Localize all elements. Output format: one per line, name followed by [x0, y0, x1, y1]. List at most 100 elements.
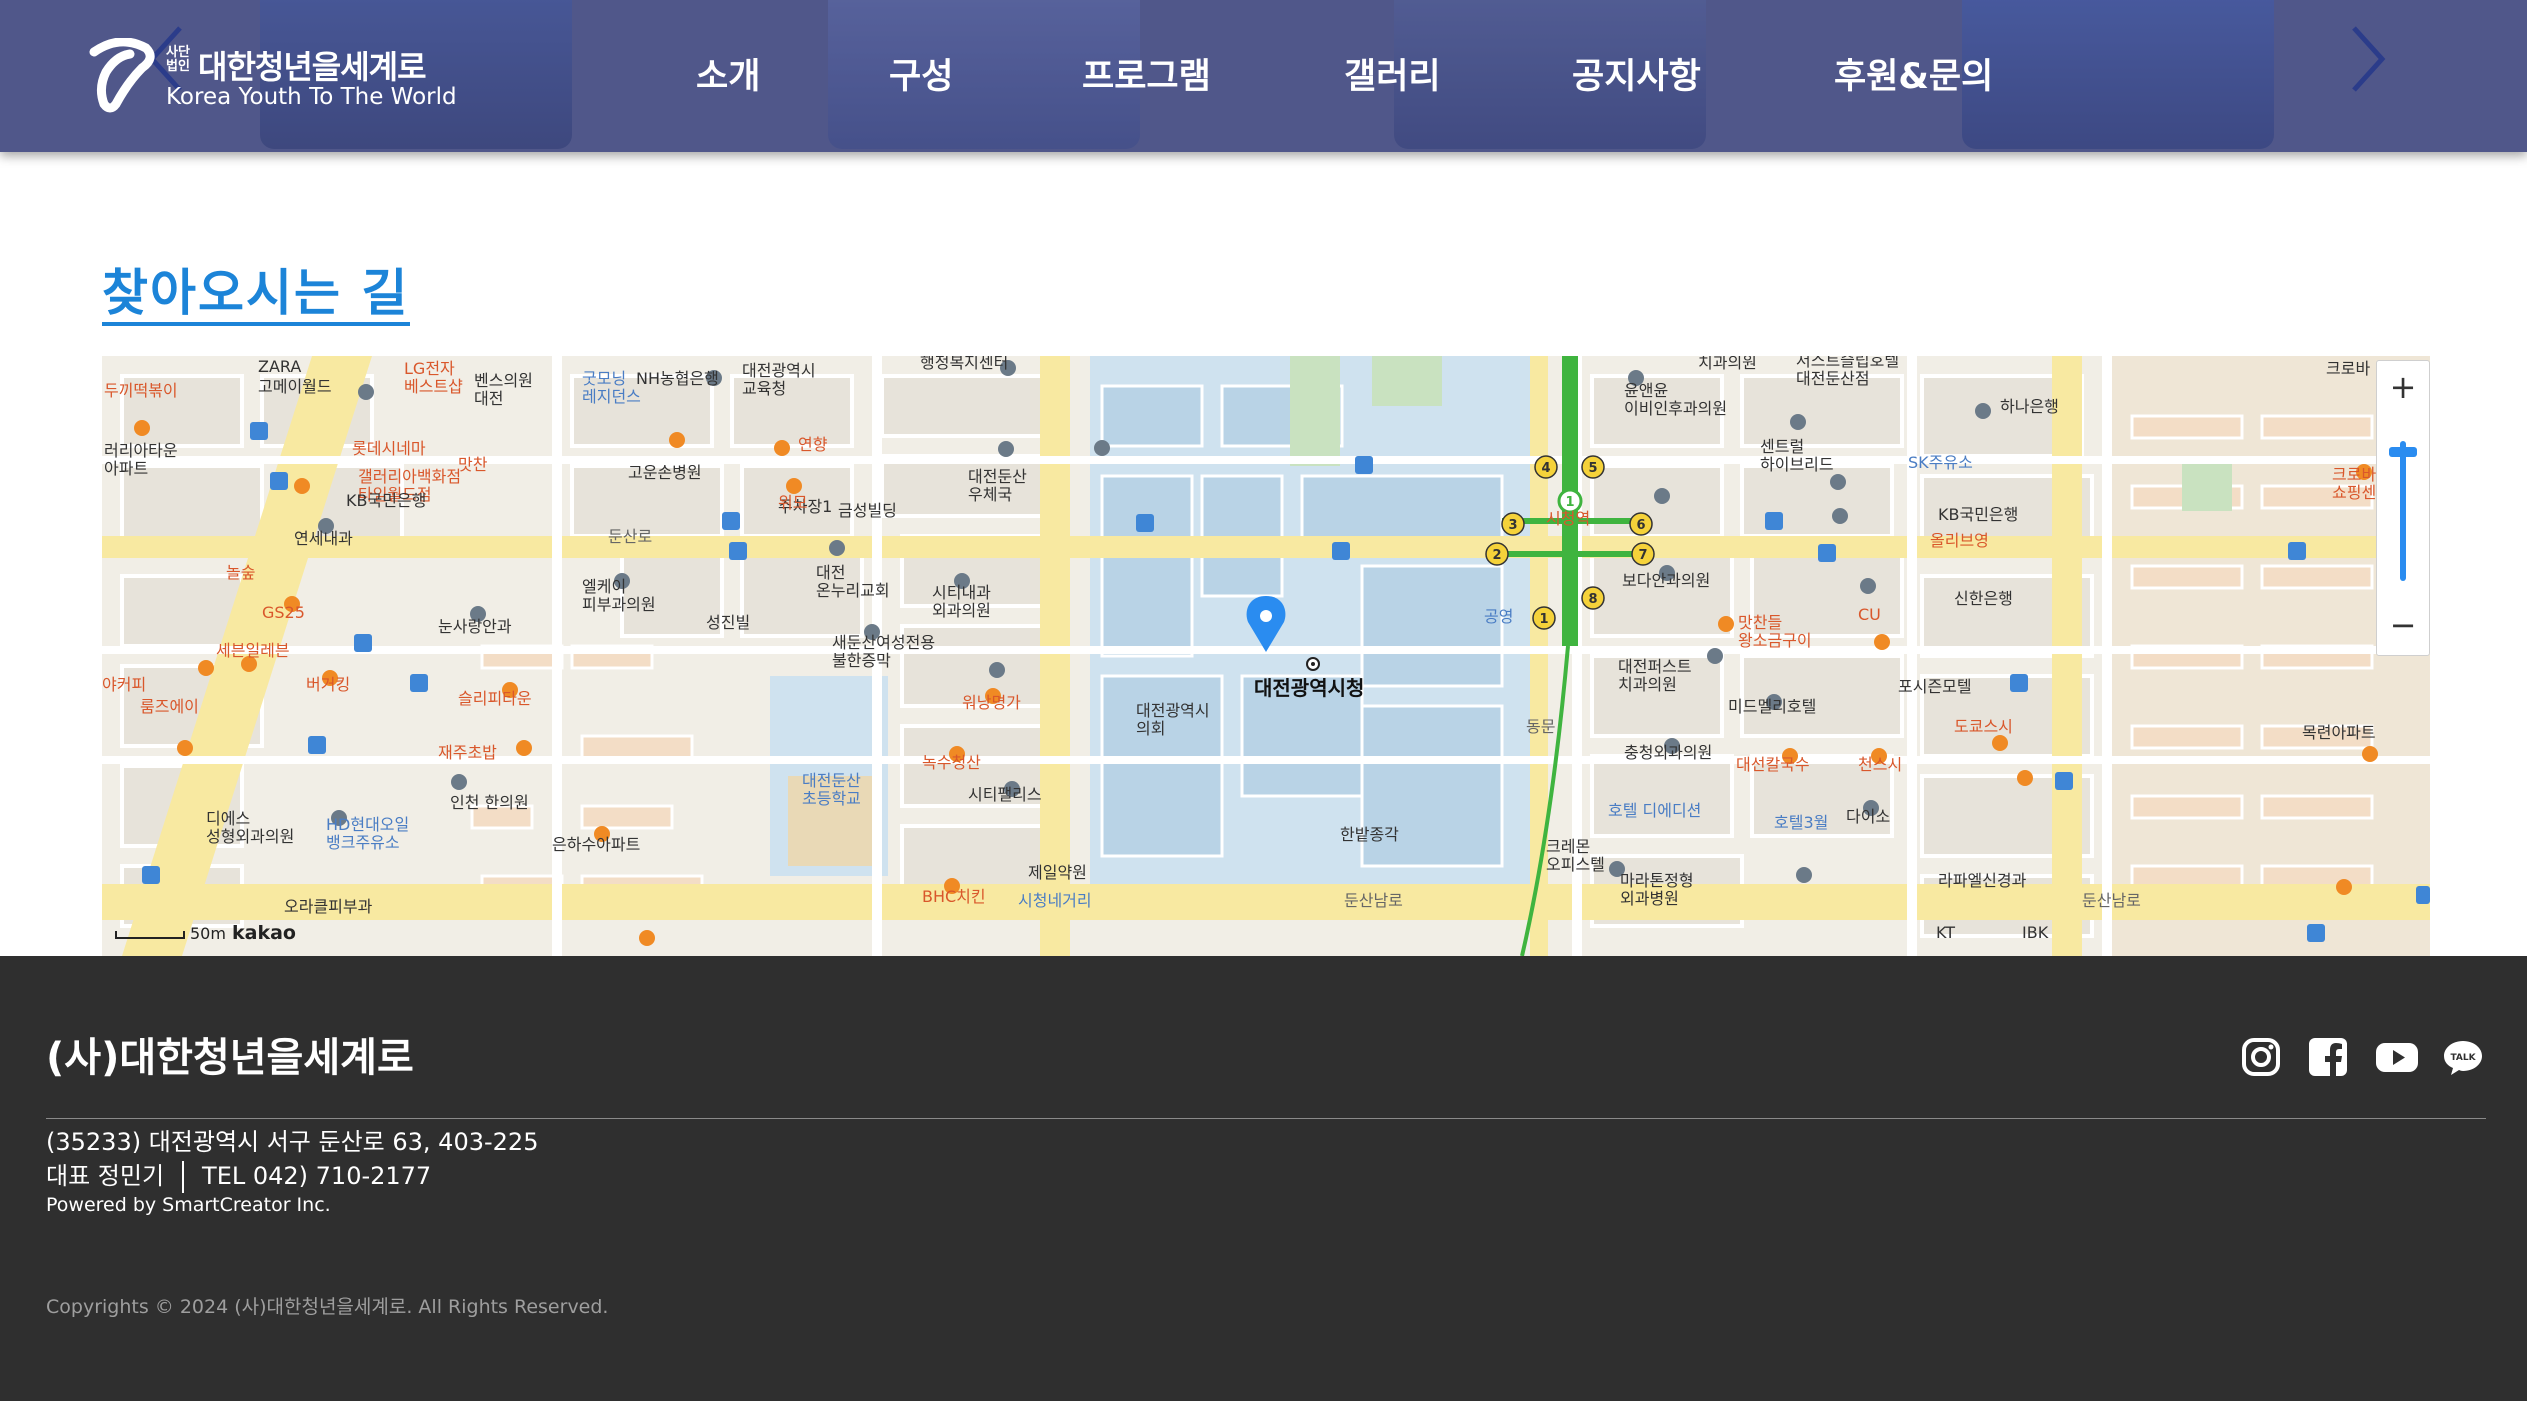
map-label-cu: CU — [1858, 605, 1881, 624]
map-label-sicheongnegeori: 시청네거리 — [1018, 891, 1092, 910]
map-label-siwu: 시청역 — [1546, 509, 1590, 528]
zoom-out-button[interactable]: − — [2377, 599, 2429, 651]
facebook-icon[interactable] — [2307, 1036, 2349, 1078]
svg-text:2: 2 — [1492, 548, 1501, 563]
section-title: 찾아오시는 길 — [102, 264, 410, 322]
map-label-hanbat: 한밭종각 — [1340, 825, 1399, 844]
map-label-kbn: KB국민은행 — [346, 491, 426, 510]
nav-item-program[interactable]: 프로그램 — [1082, 48, 1211, 99]
map-label-burger: 버거킹 — [306, 675, 350, 694]
map-label-daeseon: 대선칼국수 — [1736, 755, 1810, 774]
map-label-roomz: 룸즈에이 — [140, 697, 199, 716]
map-label-posis: 포시즌모텔 — [1898, 677, 1972, 696]
map-label-seven: 세븐일레븐 — [216, 641, 290, 660]
map-label-noksu: 녹수청산 — [922, 753, 981, 772]
nav-item-support[interactable]: 후원&문의 — [1834, 48, 1993, 99]
nav-item-gallery[interactable]: 갤러리 — [1344, 48, 1441, 99]
zoom-slider-track[interactable] — [2400, 441, 2406, 581]
map-label-hotelD: 호텔 디에디션 — [1608, 801, 1701, 820]
footer-copyright: Copyrights © 2024 (사)대한청년을세계로. All Right… — [46, 1296, 609, 1318]
map-label-haengjeong: 행정복지센터 — [920, 356, 1008, 372]
map-label-jeil: 제일약원 — [1028, 863, 1087, 882]
map-label-matchul: 맛찬 — [458, 455, 488, 474]
svg-text:1: 1 — [1539, 612, 1548, 627]
map-label-bhc: BHC치킨 — [922, 887, 986, 906]
footer-representative: 대표 정민기 — [46, 1162, 165, 1190]
map-label-dunsannamro: 둔산남로 — [1344, 891, 1403, 910]
zoom-in-button[interactable]: + — [2377, 361, 2429, 413]
map-label-yeonhyang: 연향 — [798, 435, 828, 454]
map-label-sinhan: 신한은행 — [1954, 589, 2013, 608]
map-label-hana: 하나은행 — [2000, 397, 2059, 416]
map-label-gongyeong: 공영 — [1484, 607, 1513, 626]
map-label-olive: 올리브영 — [1930, 531, 1989, 550]
svg-text:3: 3 — [1508, 518, 1517, 533]
nav-item-intro[interactable]: 소개 — [696, 48, 760, 99]
map-label-yeonse: 연세내과 — [294, 529, 353, 548]
map-label-dunsanro: 둔산로 — [608, 527, 652, 546]
map-label-eyecoffee: 야커피 — [102, 675, 146, 694]
instagram-icon[interactable] — [2240, 1036, 2282, 1078]
svg-text:7: 7 — [1638, 548, 1647, 563]
map-label-kt: KT — [1936, 923, 1955, 942]
map-label-bodaan: 보다안과의원 — [1622, 571, 1710, 590]
map-label-mokryeon: 목련아파트 — [2302, 723, 2376, 742]
nav-item-notice[interactable]: 공지사항 — [1572, 48, 1701, 99]
contact-separator — [182, 1161, 185, 1193]
map-label-nolsup: 놀숲 — [226, 563, 255, 582]
map-label-gs25: GS25 — [262, 603, 305, 622]
map-label-lg: LG전자 베스트샵 — [404, 359, 463, 396]
map-label-sullibi: 슬리피타운 — [458, 689, 532, 708]
map-label-lotte: 롯데시네마 — [352, 439, 426, 458]
map-label-dupuri: 두끼떡볶이 — [104, 381, 178, 400]
kakaotalk-label: TALK — [2450, 1053, 2476, 1063]
map-label-incheon: 인천 한의원 — [450, 793, 529, 812]
zoom-control: + − — [2376, 360, 2430, 656]
footer-address: (35233) 대전광역시 서구 둔산로 63, 403-225 — [46, 1128, 539, 1156]
map-label-nh: NH농협은행 — [636, 369, 719, 388]
map-label-seongjin: 성진빌 — [706, 613, 750, 632]
map-label-gowoon: 고운손병원 — [628, 463, 702, 482]
map-label-dunsannamro2: 둔산남로 — [2082, 891, 2141, 910]
footer-divider — [46, 1118, 2486, 1119]
svg-text:5: 5 — [1588, 461, 1597, 476]
main-nav: 소개 구성 프로그램 갤러리 공지사항 후원&문의 — [0, 48, 2527, 98]
svg-text:1: 1 — [1565, 495, 1574, 510]
map-label-oracle: 오라클피부과 — [284, 897, 373, 916]
map-label-cheonsusi: 천스시 — [1858, 755, 1902, 774]
kakao-map[interactable]: 4 5 3 6 2 7 1 8 1 ZARA 두끼떡볶이 고메이월드 LG전자 … — [102, 356, 2430, 956]
footer-tel: TEL 042) 710-2177 — [202, 1162, 432, 1190]
svg-text:8: 8 — [1588, 592, 1597, 607]
site-header: 사단 법인 대한청년을세계로 Korea Youth To The World … — [0, 0, 2527, 152]
map-label-ibk: IBK — [2022, 923, 2049, 942]
map-label-cityp: 시티팰리스 — [968, 785, 1042, 804]
map-label-kb: KB국민은행 — [1938, 505, 2018, 524]
map-scale-label: 50m — [190, 924, 226, 943]
map-label-wimo: 위모 — [778, 493, 807, 512]
map-label-dona: 다이소 — [1846, 807, 1890, 826]
map-label-geumsung: 금성빌딩 — [838, 501, 897, 520]
map-label-lafamel: 라파엘신경과 — [1938, 871, 2027, 890]
map-label-jeju: 재주초밥 — [438, 743, 497, 762]
map-label-dunsanes: 대전둔산 초등학교 — [802, 771, 861, 808]
map-label-hotel3: 호텔3월 — [1774, 813, 1828, 832]
youtube-icon[interactable] — [2374, 1036, 2420, 1078]
map-label-eunha: 은하수아파트 — [552, 835, 640, 854]
map-label-midmel: 미드멜리호텔 — [1728, 697, 1816, 716]
kakaotalk-icon[interactable]: TALK — [2442, 1036, 2484, 1078]
footer-contact: 대표 정민기 TEL 042) 710-2177 — [46, 1156, 431, 1193]
zoom-slider-handle[interactable] — [2389, 447, 2417, 457]
site-footer: (사)대한청년을세계로 TALK (35233) 대전광역시 서구 둔산로 63… — [0, 956, 2527, 1401]
map-label-zara: ZARA — [258, 357, 301, 376]
map-canvas: 4 5 3 6 2 7 1 8 1 ZARA두끼떡볶이 고메이월드LG전자 베스… — [102, 356, 2430, 956]
footer-powered-by: Powered by SmartCreator Inc. — [46, 1194, 331, 1216]
map-label-chungcheong: 충청외과의원 — [1624, 743, 1712, 762]
map-label-krobashopping: 크로바 쇼핑센 — [2332, 465, 2376, 502]
footer-org-name: (사)대한청년을세계로 — [46, 1035, 414, 1081]
nav-item-organization[interactable]: 구성 — [889, 48, 953, 99]
map-label-gomeiwold: 고메이월드 — [258, 377, 332, 396]
map-center-label: 대전광역시청 — [1254, 676, 1365, 700]
map-label-docos: 도쿄스시 — [1954, 717, 2013, 736]
map-label-sk: SK주유소 — [1908, 453, 1973, 472]
map-label-citi: 시티내과 외과의원 — [932, 583, 991, 620]
